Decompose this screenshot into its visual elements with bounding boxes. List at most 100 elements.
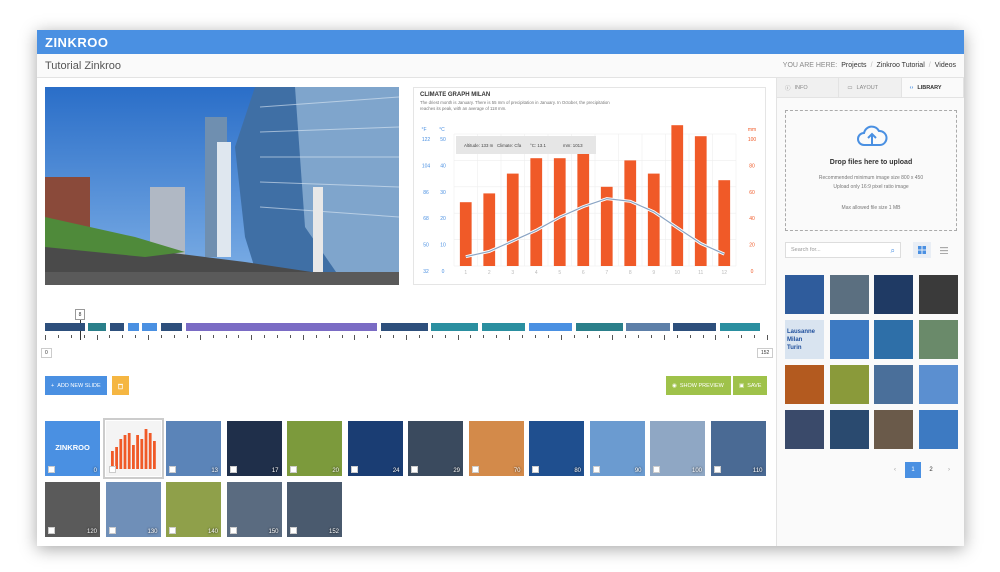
breadcrumb-tutorial[interactable]: Zinkroo Tutorial: [877, 62, 925, 69]
pager-page-2[interactable]: 2: [923, 462, 939, 478]
pager-next[interactable]: ›: [941, 462, 957, 478]
library-image[interactable]: [785, 275, 824, 314]
timeline-tick: [496, 335, 498, 338]
slide-thumbnail[interactable]: ZINKROO 0: [45, 421, 100, 476]
tab-library[interactable]: ‹› LIBRARY: [901, 78, 964, 97]
delete-slide-button[interactable]: [112, 376, 129, 395]
slide-checkbox[interactable]: [108, 527, 116, 534]
app-window: ZINKROO Tutorial Zinkroo YOU ARE HERE: P…: [37, 30, 964, 546]
slide-checkbox[interactable]: [411, 466, 418, 473]
timeline-segment[interactable]: [109, 323, 125, 331]
slide-thumbnail[interactable]: 70: [468, 421, 524, 476]
timeline-segment[interactable]: [720, 323, 760, 331]
library-image[interactable]: [829, 275, 869, 314]
slide-thumbnail[interactable]: 29: [408, 421, 463, 476]
slide-checkbox[interactable]: [350, 466, 358, 473]
library-search-input[interactable]: Search for... ⌕: [785, 242, 901, 258]
timeline-handle[interactable]: 8: [75, 309, 85, 320]
grid-view-button[interactable]: [913, 242, 931, 258]
slide-thumbnail[interactable]: 13: [166, 421, 221, 476]
timeline-segment[interactable]: [380, 323, 428, 331]
library-image[interactable]: [829, 365, 869, 404]
cloud-upload-icon: [857, 125, 888, 146]
slide-thumbnail[interactable]: 140: [166, 482, 221, 537]
timeline-tick: [470, 335, 472, 338]
add-new-slide-button[interactable]: + ADD NEW SLIDE: [45, 376, 107, 395]
slide-checkbox[interactable]: [48, 527, 55, 534]
slide-thumbnail[interactable]: 90: [589, 421, 645, 476]
library-image[interactable]: Lausanne Milan Turin: [785, 320, 824, 359]
timeline-tick: [612, 335, 614, 340]
timeline-segment[interactable]: [673, 323, 717, 331]
axis-tick-mm: 60: [749, 190, 755, 196]
breadcrumb-projects[interactable]: Projects: [841, 62, 866, 69]
slide-checkbox[interactable]: [290, 466, 297, 473]
library-image[interactable]: [918, 410, 958, 449]
timeline-segment[interactable]: [88, 323, 107, 331]
slide-thumbnail[interactable]: 130: [105, 482, 161, 537]
timeline-segment[interactable]: [626, 323, 670, 331]
slide-checkbox[interactable]: [471, 466, 479, 473]
timeline-tick: [354, 335, 356, 340]
slide-checkbox[interactable]: [108, 466, 116, 473]
app-logo[interactable]: ZINKROO: [45, 35, 108, 50]
library-image[interactable]: [918, 275, 958, 314]
library-image[interactable]: [785, 365, 824, 404]
chart-title: CLIMATE GRAPH MILAN: [420, 92, 491, 98]
upload-dropzone[interactable]: Drop files here to upload Recommended mi…: [785, 110, 957, 231]
library-image[interactable]: [874, 320, 913, 359]
timeline-track[interactable]: [45, 323, 767, 331]
timeline-segment[interactable]: [185, 323, 378, 331]
slide-thumbnail[interactable]: [102, 418, 164, 479]
library-image[interactable]: [874, 410, 913, 449]
timeline-segment[interactable]: [575, 323, 623, 331]
slide-thumbnail[interactable]: 24: [347, 421, 403, 476]
timeline-segment[interactable]: [45, 323, 85, 331]
search-icon[interactable]: ⌕: [891, 246, 895, 256]
slide-checkbox[interactable]: [229, 466, 237, 473]
slide-checkbox[interactable]: [653, 466, 660, 473]
breadcrumb-prefix: YOU ARE HERE:: [782, 62, 838, 69]
slide-thumbnail[interactable]: 80: [529, 421, 584, 476]
save-button[interactable]: ▣ SAVE: [733, 376, 767, 395]
tab-layout[interactable]: ▭ LAYOUT: [839, 78, 902, 97]
pager-page-1[interactable]: 1: [905, 462, 921, 478]
slide-thumbnail[interactable]: 20: [287, 421, 342, 476]
library-image[interactable]: [785, 410, 824, 449]
slide-checkbox[interactable]: [713, 466, 721, 473]
slide-time-label: 13: [211, 468, 218, 474]
slide-checkbox[interactable]: [169, 527, 176, 534]
slide-thumbnail[interactable]: 110: [710, 421, 766, 476]
slide-checkbox[interactable]: [48, 466, 55, 473]
timeline-segment[interactable]: [431, 323, 479, 331]
list-icon: [940, 246, 948, 254]
slide-thumbnail[interactable]: 120: [45, 482, 100, 537]
precipitation-bar: [530, 158, 543, 266]
layout-icon: ▭: [847, 84, 853, 91]
slide-thumbnail[interactable]: 152: [287, 482, 342, 537]
slide-checkbox[interactable]: [229, 527, 237, 534]
list-view-button[interactable]: [935, 242, 953, 258]
pager-prev[interactable]: ‹: [887, 462, 903, 478]
timeline-segment[interactable]: [128, 323, 139, 331]
slide-checkbox[interactable]: [290, 527, 297, 534]
timeline-segment[interactable]: [481, 323, 526, 331]
slide-thumbnail[interactable]: 100: [650, 421, 705, 476]
show-preview-button[interactable]: ◉ SHOW PREVIEW: [666, 376, 731, 395]
library-image[interactable]: [829, 320, 869, 359]
timeline-segment[interactable]: [142, 323, 157, 331]
library-image[interactable]: [874, 365, 913, 404]
tab-info[interactable]: ⓘ INFO: [777, 78, 840, 97]
slide-checkbox[interactable]: [169, 466, 176, 473]
library-image[interactable]: [829, 410, 869, 449]
library-image[interactable]: [918, 320, 958, 359]
slide-checkbox[interactable]: [532, 466, 539, 473]
timeline-segment[interactable]: [528, 323, 573, 331]
slide-thumbnail[interactable]: 150: [226, 482, 282, 537]
slide-thumbnail[interactable]: 17: [226, 421, 282, 476]
slide-checkbox[interactable]: [592, 466, 600, 473]
timeline-tick: [302, 335, 304, 340]
library-image[interactable]: [874, 275, 913, 314]
timeline-segment[interactable]: [160, 323, 183, 331]
library-image[interactable]: [918, 365, 958, 404]
